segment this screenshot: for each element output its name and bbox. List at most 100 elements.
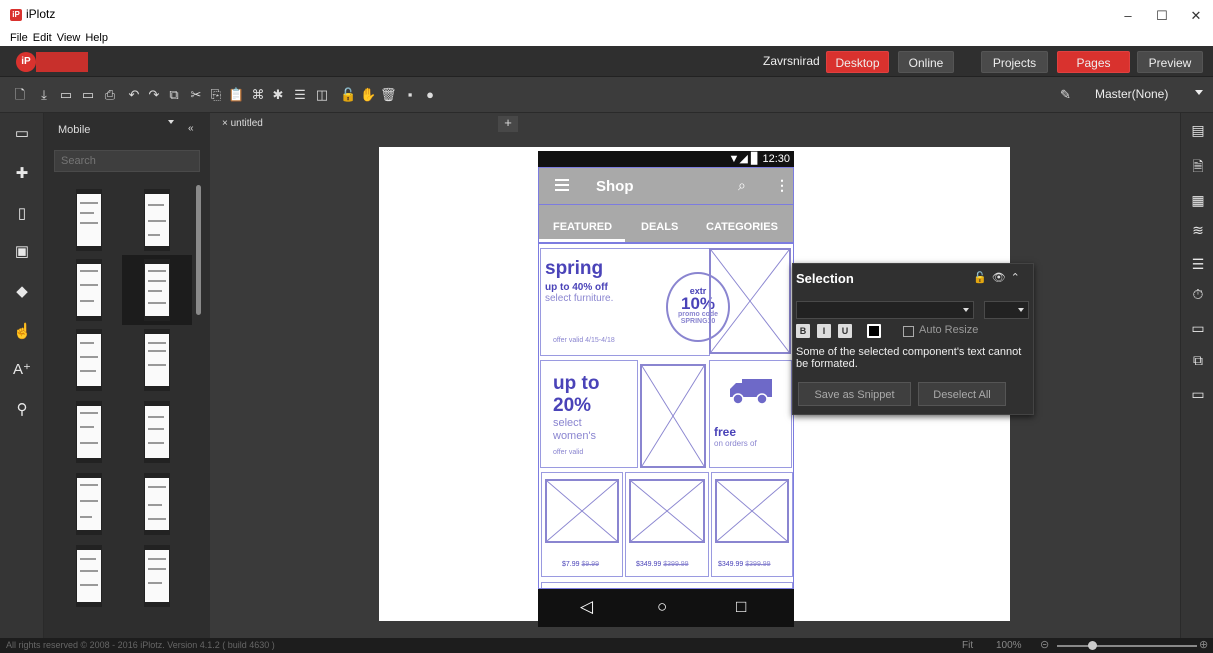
home-icon[interactable]: ○ <box>657 597 667 617</box>
menu-edit[interactable]: Edit <box>33 30 57 46</box>
close-button[interactable]: ✕ <box>1186 8 1206 24</box>
layers-icon[interactable]: ≋ <box>1189 221 1207 239</box>
shapes-icon[interactable]: ◆ <box>13 283 31 301</box>
promo-card-spring[interactable]: spring up to 40% off select furniture. o… <box>540 248 730 356</box>
auto-resize-checkbox[interactable] <box>903 326 914 337</box>
maximize-button[interactable]: ☐ <box>1152 8 1172 24</box>
save-icon[interactable]: ▭ <box>80 87 96 103</box>
template-thumbnail[interactable] <box>54 255 124 325</box>
template-thumbnail[interactable] <box>54 397 124 467</box>
font-family-select[interactable] <box>796 301 974 319</box>
duplicate-icon[interactable]: ⧉ <box>166 87 182 103</box>
open-icon[interactable]: ▭ <box>58 87 74 103</box>
tab-featured[interactable]: FEATURED <box>553 221 612 233</box>
template-thumbnail[interactable] <box>122 185 192 255</box>
tab-untitled[interactable]: × untitled <box>216 116 269 133</box>
delete-icon[interactable]: 🗑 <box>380 87 397 103</box>
zoom-out-icon[interactable]: ⊝ <box>1040 638 1049 653</box>
library-scrollbar[interactable] <box>196 185 201 315</box>
projects-button[interactable]: Projects <box>981 51 1048 73</box>
pages-button[interactable]: Pages <box>1057 51 1130 73</box>
import-icon[interactable]: ⤓ <box>36 87 52 103</box>
chevron-down-icon[interactable] <box>168 120 174 124</box>
collapse-panel-icon[interactable]: « <box>188 123 194 134</box>
zoom-in-icon[interactable]: ⊕ <box>1199 638 1208 653</box>
components-icon[interactable]: ▭ <box>13 125 31 143</box>
lock-icon[interactable]: 🔓 <box>340 87 356 103</box>
template-thumbnail[interactable] <box>54 185 124 255</box>
lock-icon[interactable]: 🔓 <box>973 272 992 284</box>
italic-button[interactable]: I <box>817 324 831 338</box>
new-page-icon[interactable]: 🗋 <box>12 87 28 103</box>
template-thumbnail[interactable] <box>54 325 124 395</box>
redo-icon[interactable]: ↷ <box>146 87 162 103</box>
cut-icon[interactable]: ✂ <box>188 87 204 103</box>
chat-icon[interactable]: ▭ <box>1189 385 1207 403</box>
template-thumbnail[interactable] <box>122 541 192 611</box>
menu-file[interactable]: File <box>0 30 33 46</box>
save-snippet-button[interactable]: Save as Snippet <box>798 382 911 406</box>
phone-app-bar[interactable]: Shop ⌕ ⋮ <box>538 167 794 205</box>
fit-button[interactable]: Fit <box>962 638 973 653</box>
template-thumbnail[interactable] <box>122 325 192 395</box>
template-thumbnail[interactable] <box>54 469 124 539</box>
desktop-button[interactable]: Desktop <box>826 51 889 73</box>
library-search-input[interactable] <box>54 150 200 172</box>
print-icon[interactable]: ⎙ <box>102 87 118 103</box>
chevron-down-icon[interactable] <box>1195 90 1203 95</box>
comments-icon[interactable]: ▭ <box>1189 319 1207 337</box>
library-category-select[interactable]: Mobile <box>54 121 204 139</box>
chevron-up-icon[interactable]: ⌃ <box>1011 272 1025 284</box>
info-icon[interactable]: ● <box>422 87 438 103</box>
promo-card-shipping[interactable]: free on orders of <box>709 360 792 468</box>
puzzle-icon[interactable]: ✚ <box>13 165 31 183</box>
product-card[interactable]: $349.99 $399.99 <box>625 472 709 577</box>
online-button[interactable]: Online <box>898 51 954 73</box>
back-icon[interactable]: ◁ <box>580 597 593 617</box>
hamburger-menu-icon[interactable] <box>555 179 569 191</box>
template-thumbnail[interactable] <box>122 469 192 539</box>
template-thumbnail[interactable] <box>122 397 192 467</box>
notes-icon[interactable]: ▦ <box>1189 191 1207 209</box>
hand-icon[interactable]: ✋ <box>360 87 376 103</box>
master-select[interactable]: Master(None) <box>1095 87 1168 101</box>
template-thumbnail-selected[interactable] <box>122 255 192 325</box>
promo-card-women[interactable]: up to 20% select women's offer valid <box>540 360 638 468</box>
sitemap-icon[interactable]: ⧉ <box>1189 351 1207 369</box>
menu-view[interactable]: View <box>57 30 86 46</box>
copy-icon[interactable]: ⎘ <box>208 87 224 103</box>
tab-deals[interactable]: DEALS <box>641 221 678 233</box>
deselect-all-button[interactable]: Deselect All <box>918 382 1006 406</box>
image-icon[interactable]: ▣ <box>13 243 31 261</box>
document-icon[interactable]: 🗎 <box>1189 157 1207 175</box>
phone-mockup[interactable]: ▼◢ ▊ 12:30 Shop ⌕ ⋮ FEATURED DEALS CATEG… <box>538 151 794 627</box>
group-icon[interactable]: ⌘ <box>250 87 266 103</box>
tab-categories[interactable]: CATEGORIES <box>706 221 778 233</box>
product-card[interactable] <box>541 582 793 588</box>
add-page-button[interactable]: + <box>498 116 518 132</box>
paste-icon[interactable]: 📋 <box>228 87 244 103</box>
recent-apps-icon[interactable]: □ <box>736 597 746 617</box>
text-color-button[interactable] <box>867 324 881 338</box>
product-card[interactable]: $349.99 $399.99 <box>711 472 793 577</box>
eye-icon[interactable]: 👁 <box>992 272 1011 284</box>
font-size-select[interactable] <box>984 301 1029 319</box>
ungroup-icon[interactable]: ✱ <box>270 87 286 103</box>
bold-button[interactable]: B <box>796 324 810 338</box>
custom-add-icon[interactable]: ⚲ <box>13 401 31 419</box>
underline-button[interactable]: U <box>838 324 852 338</box>
page-properties-icon[interactable]: ▤ <box>1189 121 1207 139</box>
gestures-icon[interactable]: ☝ <box>13 323 32 341</box>
arrange-icon[interactable]: ◫ <box>314 87 330 103</box>
zoom-slider-handle[interactable] <box>1088 641 1097 650</box>
minimize-button[interactable]: – <box>1118 8 1138 23</box>
search-icon[interactable]: ⌕ <box>738 177 746 194</box>
template-thumbnail[interactable] <box>54 541 124 611</box>
preview-button[interactable]: Preview <box>1137 51 1203 73</box>
align-icon[interactable]: ☰ <box>292 87 308 103</box>
history-icon[interactable]: ⏱ <box>1189 285 1207 303</box>
comment-icon[interactable]: ▪ <box>402 87 418 103</box>
text-add-icon[interactable]: A⁺ <box>13 361 31 379</box>
menu-help[interactable]: Help <box>85 30 113 46</box>
mobile-icon[interactable]: ▯ <box>13 205 31 223</box>
